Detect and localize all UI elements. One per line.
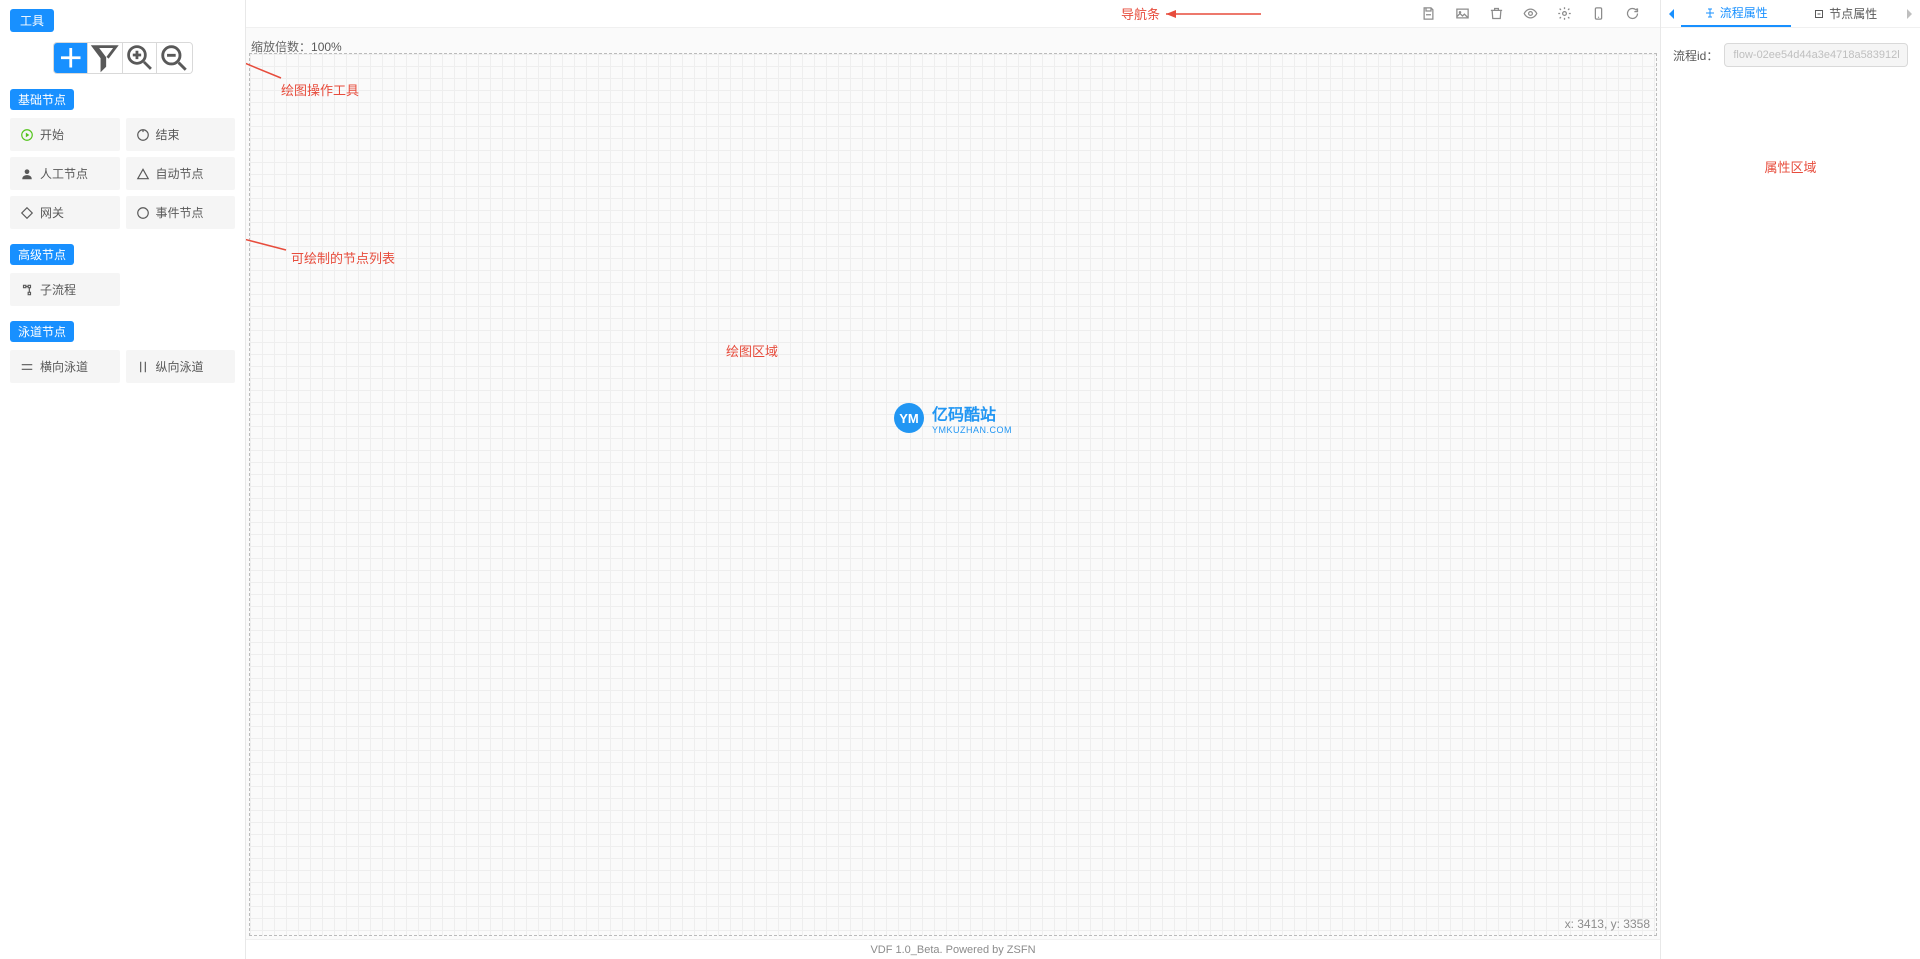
sidebar-tab[interactable]: 工具 xyxy=(10,9,54,32)
node-label: 开始 xyxy=(40,126,64,143)
node-start[interactable]: 开始 xyxy=(10,118,120,151)
node-label: 网关 xyxy=(40,204,64,221)
tab-flow-properties[interactable]: 流程属性 xyxy=(1681,0,1791,27)
node-gateway[interactable]: 网关 xyxy=(10,196,120,229)
canvas-body[interactable]: 缩放倍数：100% 绘图操作工具 可绘制的节点列表 绘图区域 YM 亿码酷站 Y… xyxy=(246,28,1660,939)
zoom-out-button[interactable] xyxy=(157,43,191,73)
add-node-button[interactable] xyxy=(54,43,89,73)
draw-toolbar xyxy=(53,42,193,74)
node-hlane[interactable]: 横向泳道 xyxy=(10,350,120,383)
node-label: 横向泳道 xyxy=(40,358,88,375)
canvas-toolbar: 导航条 xyxy=(246,0,1660,28)
section-lane-nodes: 泳道节点 xyxy=(10,321,74,342)
node-subflow[interactable]: 子流程 xyxy=(10,273,120,306)
node-label: 子流程 xyxy=(40,281,76,298)
footer-text: VDF 1.0_Beta. Powered by ZSFN xyxy=(246,939,1660,959)
refresh-icon[interactable] xyxy=(1624,6,1640,22)
node-label: 纵向泳道 xyxy=(156,358,204,375)
node-manual[interactable]: 人工节点 xyxy=(10,157,120,190)
node-auto[interactable]: 自动节点 xyxy=(126,157,236,190)
save-icon[interactable] xyxy=(1420,6,1436,22)
annotation-navbar: 导航条 xyxy=(1121,4,1160,23)
tabs-prev-icon[interactable] xyxy=(1661,8,1681,20)
node-event[interactable]: 事件节点 xyxy=(126,196,236,229)
filter-button[interactable] xyxy=(88,43,123,73)
node-end[interactable]: 结束 xyxy=(126,118,236,151)
tab-node-properties[interactable]: 节点属性 xyxy=(1791,0,1901,27)
section-advanced-nodes: 高级节点 xyxy=(10,244,74,265)
node-label: 自动节点 xyxy=(156,165,204,182)
settings-icon[interactable] xyxy=(1556,6,1572,22)
annotation-props-area: 属性区域 xyxy=(1673,157,1908,176)
coordinates-display: x: 3413, y: 3358 xyxy=(1565,917,1650,931)
arrow-icon xyxy=(1166,9,1266,19)
mobile-icon[interactable] xyxy=(1590,6,1606,22)
preview-icon[interactable] xyxy=(1522,6,1538,22)
node-label: 人工节点 xyxy=(40,165,88,182)
zoom-in-button[interactable] xyxy=(123,43,158,73)
node-label: 结束 xyxy=(156,126,180,143)
watermark-logo: YM 亿码酷站 YMKUZHAN.COM xyxy=(894,401,1012,435)
tabs-next-icon[interactable] xyxy=(1900,8,1920,20)
grid-canvas[interactable] xyxy=(249,53,1657,936)
flow-id-label: 流程id： xyxy=(1673,47,1718,64)
delete-icon[interactable] xyxy=(1488,6,1504,22)
node-label: 事件节点 xyxy=(156,204,204,221)
node-vlane[interactable]: 纵向泳道 xyxy=(126,350,236,383)
flow-id-input[interactable] xyxy=(1724,43,1908,67)
image-icon[interactable] xyxy=(1454,6,1470,22)
section-basic-nodes: 基础节点 xyxy=(10,89,74,110)
